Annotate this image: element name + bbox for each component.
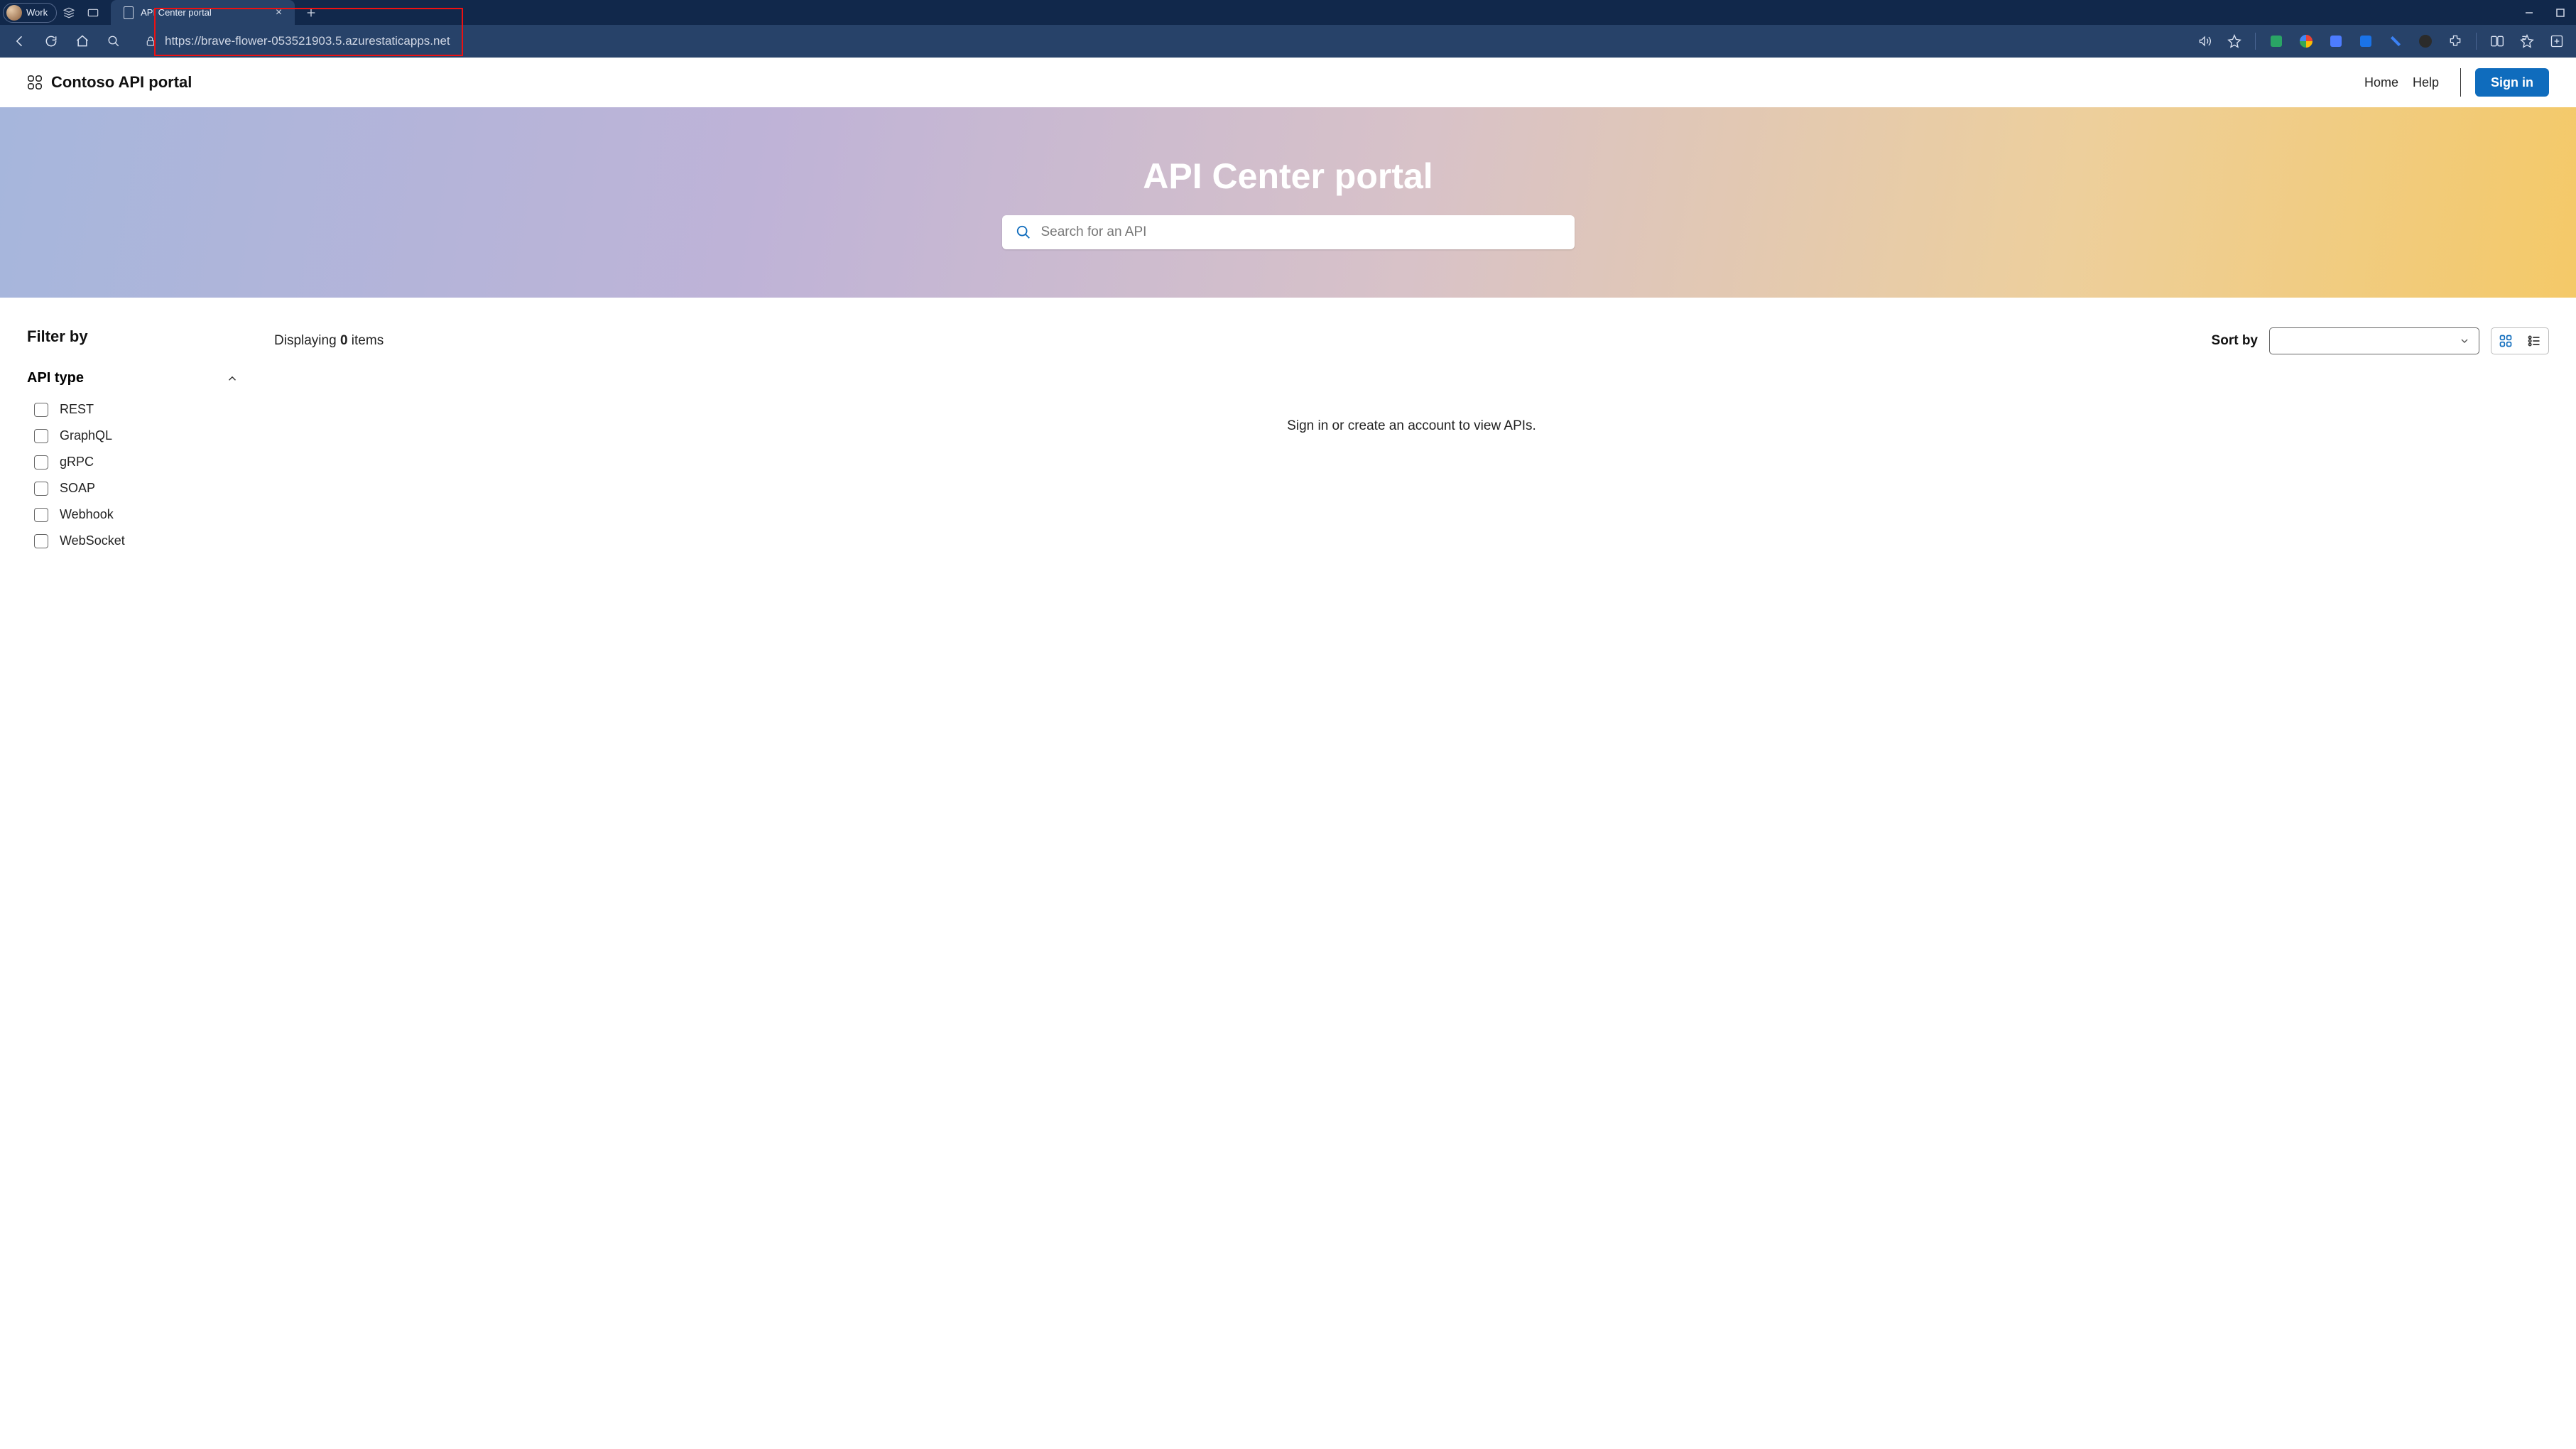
option-label: GraphQL: [60, 428, 112, 443]
search-input[interactable]: [1041, 224, 1561, 240]
extension-icon[interactable]: [2413, 29, 2438, 53]
new-tab-button[interactable]: [299, 1, 323, 25]
page-viewport: Contoso API portal Home Help Sign in API…: [0, 58, 2576, 1449]
option-label: Webhook: [60, 507, 114, 522]
extension-icon[interactable]: [2264, 29, 2288, 53]
favorites-icon[interactable]: [2515, 29, 2539, 53]
extension-icon[interactable]: [2294, 29, 2318, 53]
option-label: REST: [60, 402, 94, 417]
extension-icon[interactable]: [2384, 29, 2408, 53]
url-text: https://brave-flower-053521903.5.azurest…: [165, 34, 450, 48]
extensions-menu-icon[interactable]: [2443, 29, 2467, 53]
chevron-up-icon: [226, 372, 239, 385]
favorite-star-icon[interactable]: [2222, 29, 2246, 53]
tab-actions-icon[interactable]: [81, 1, 105, 25]
filter-group-label: API type: [27, 370, 84, 386]
hero-banner: API Center portal: [0, 107, 2576, 298]
view-toggle: [2491, 327, 2549, 354]
filter-options: REST GraphQL gRPC SOAP Webhook WebSocket: [27, 402, 274, 548]
browser-titlebar: Work API Center portal ×: [0, 0, 2576, 25]
option-label: gRPC: [60, 455, 94, 470]
option-label: WebSocket: [60, 533, 125, 548]
separator: [2255, 33, 2256, 50]
profile-label: Work: [26, 7, 48, 18]
count-number: 0: [340, 333, 348, 348]
lock-icon: [145, 36, 156, 47]
portal-title: Contoso API portal: [51, 73, 192, 92]
filter-option[interactable]: Webhook: [34, 507, 274, 522]
filter-option[interactable]: gRPC: [34, 455, 274, 470]
extension-icon[interactable]: [2354, 29, 2378, 53]
hero-title: API Center portal: [1143, 156, 1433, 197]
search-icon: [1016, 224, 1031, 240]
browser-tab[interactable]: API Center portal ×: [111, 0, 295, 25]
results-area: Displaying 0 items Sort by: [274, 327, 2549, 548]
signin-button[interactable]: Sign in: [2475, 68, 2549, 97]
logo-icon: [27, 75, 43, 90]
refresh-button[interactable]: [38, 28, 64, 54]
count-prefix: Displaying: [274, 333, 340, 348]
checkbox-icon[interactable]: [34, 455, 48, 470]
window-maximize-icon[interactable]: [2545, 1, 2576, 25]
read-aloud-icon[interactable]: [2192, 29, 2217, 53]
nav-help[interactable]: Help: [2406, 75, 2446, 90]
collections-icon[interactable]: [2545, 29, 2569, 53]
tab-title: API Center portal: [141, 7, 212, 18]
filter-sidebar: Filter by API type REST GraphQL gRPC SOA…: [27, 327, 274, 548]
sort-select[interactable]: [2269, 327, 2479, 354]
avatar: [6, 5, 22, 21]
results-count: Displaying 0 items: [274, 333, 384, 349]
browser-navbar: https://brave-flower-053521903.5.azurest…: [0, 25, 2576, 58]
checkbox-icon[interactable]: [34, 534, 48, 548]
window-minimize-icon[interactable]: [2513, 1, 2545, 25]
nav-home[interactable]: Home: [2357, 75, 2406, 90]
filter-option[interactable]: WebSocket: [34, 533, 274, 548]
address-bar-container: https://brave-flower-053521903.5.azurest…: [136, 29, 526, 53]
checkbox-icon[interactable]: [34, 429, 48, 443]
profile-switcher[interactable]: Work: [3, 3, 57, 23]
address-bar[interactable]: https://brave-flower-053521903.5.azurest…: [136, 29, 526, 53]
checkbox-icon[interactable]: [34, 508, 48, 522]
filter-title: Filter by: [27, 327, 274, 346]
portal-header: Contoso API portal Home Help Sign in: [0, 58, 2576, 107]
portal-logo[interactable]: Contoso API portal: [27, 73, 192, 92]
extension-icon[interactable]: [2324, 29, 2348, 53]
list-view-button[interactable]: [2520, 328, 2548, 354]
close-tab-icon[interactable]: ×: [276, 6, 282, 19]
grid-view-button[interactable]: [2491, 328, 2520, 354]
sort-label: Sort by: [2212, 333, 2258, 349]
filter-option[interactable]: SOAP: [34, 481, 274, 496]
page-icon: [124, 6, 134, 19]
content-area: Filter by API type REST GraphQL gRPC SOA…: [0, 298, 2576, 548]
filter-group-toggle[interactable]: API type: [27, 370, 239, 386]
checkbox-icon[interactable]: [34, 482, 48, 496]
split-screen-icon[interactable]: [2485, 29, 2509, 53]
workspaces-icon[interactable]: [57, 1, 81, 25]
count-suffix: items: [348, 333, 384, 348]
back-button[interactable]: [7, 28, 33, 54]
search-box[interactable]: [1002, 215, 1575, 249]
filter-option[interactable]: REST: [34, 402, 274, 417]
checkbox-icon[interactable]: [34, 403, 48, 417]
option-label: SOAP: [60, 481, 95, 496]
empty-state-message: Sign in or create an account to view API…: [274, 390, 2549, 434]
chevron-down-icon: [2459, 335, 2470, 347]
separator: [2460, 68, 2461, 97]
filter-option[interactable]: GraphQL: [34, 428, 274, 443]
separator: [2476, 33, 2477, 50]
results-toolbar: Displaying 0 items Sort by: [274, 327, 2549, 354]
search-button[interactable]: [101, 28, 126, 54]
home-button[interactable]: [70, 28, 95, 54]
